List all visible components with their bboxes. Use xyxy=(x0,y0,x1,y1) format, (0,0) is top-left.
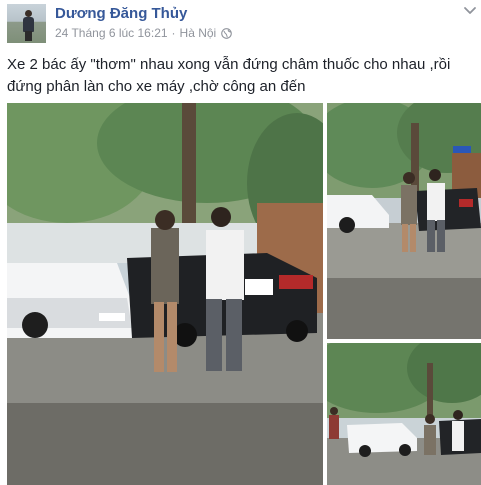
photo-top-right-image xyxy=(327,103,481,339)
post-text: Xe 2 bác ấy "thơm" nhau xong vẫn đứng ch… xyxy=(7,56,451,95)
author-name[interactable]: Dương Đăng Thủy xyxy=(55,5,187,22)
meta-separator: · xyxy=(171,26,176,40)
photo-bottom-right-image xyxy=(327,343,481,485)
chevron-down-icon[interactable] xyxy=(463,6,477,16)
avatar-figure-legs xyxy=(25,31,32,41)
photo-top-right[interactable] xyxy=(327,103,481,339)
post-meta: 24 Tháng 6 lúc 16:21 · Hà Nội xyxy=(55,26,233,40)
photo-bottom-right[interactable] xyxy=(327,343,481,485)
avatar-figure-head xyxy=(25,10,32,17)
post-header: Dương Đăng Thủy 24 Tháng 6 lúc 16:21 · H… xyxy=(0,0,481,50)
photo-main[interactable] xyxy=(7,103,323,485)
post-location[interactable]: Hà Nội xyxy=(180,26,217,40)
avatar[interactable] xyxy=(7,4,46,43)
globe-icon[interactable] xyxy=(221,27,233,39)
post-timestamp[interactable]: 24 Tháng 6 lúc 16:21 xyxy=(55,26,168,40)
photo-main-image xyxy=(7,103,323,485)
avatar-figure-body xyxy=(23,17,34,32)
